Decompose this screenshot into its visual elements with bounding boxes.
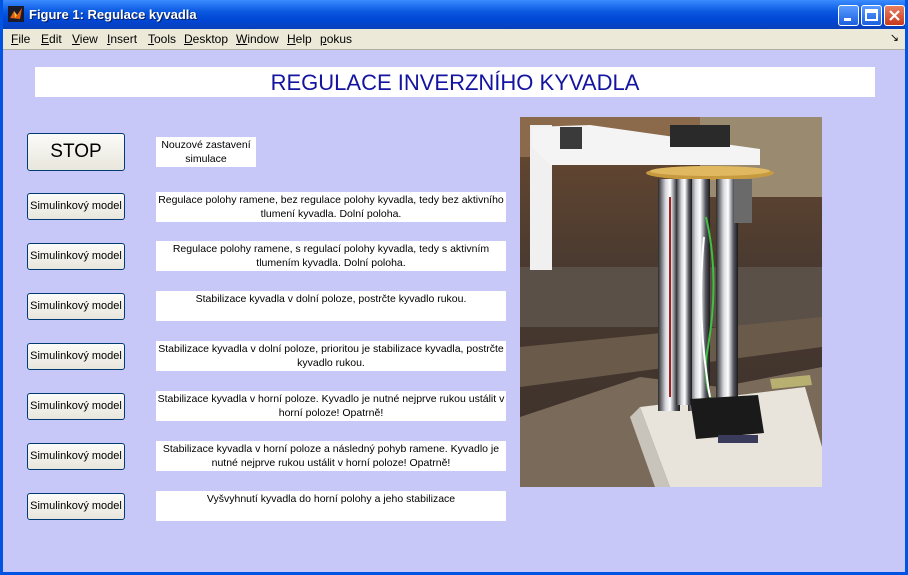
menu-bar: File Edit View Insert Tools Desktop Wind… (3, 29, 905, 50)
figure-content: REGULACE INVERZNÍHO KYVADLA STOP Nouzové… (3, 50, 905, 572)
model-description-2: Regulace polohy ramene, s regulací poloh… (156, 241, 506, 271)
simulink-model-button-1[interactable]: Simulinkový model (27, 193, 125, 220)
maximize-button[interactable] (861, 5, 882, 26)
simulink-model-button-4[interactable]: Simulinkový model (27, 343, 125, 370)
menu-help[interactable]: Help (287, 32, 312, 46)
menu-insert[interactable]: Insert (107, 32, 137, 46)
page-title: REGULACE INVERZNÍHO KYVADLA (270, 70, 640, 95)
simulink-model-button-6[interactable]: Simulinkový model (27, 443, 125, 470)
model-description-6: Stabilizace kyvadla v horní poloze a nás… (156, 441, 506, 471)
minimize-icon (844, 18, 851, 21)
window-title: Figure 1: Regulace kyvadla (29, 7, 197, 22)
simulink-model-button-2[interactable]: Simulinkový model (27, 243, 125, 270)
title-bar[interactable]: Figure 1: Regulace kyvadla (3, 0, 905, 29)
simulink-model-button-5[interactable]: Simulinkový model (27, 393, 125, 420)
model-description-4: Stabilizace kyvadla v dolní poloze, prio… (156, 341, 506, 371)
menu-window[interactable]: Window (236, 32, 279, 46)
menu-desktop[interactable]: Desktop (184, 32, 228, 46)
dock-arrow-icon[interactable]: ↘ (890, 31, 899, 44)
model-description-5: Stabilizace kyvadla v horní poloze. Kyva… (156, 391, 506, 421)
model-description-1: Regulace polohy ramene, bez regulace pol… (156, 192, 506, 222)
pendulum-photo (520, 117, 822, 487)
menu-edit[interactable]: Edit (41, 32, 62, 46)
model-description-7: Vyšvyhnutí kyvadla do horní polohy a jeh… (156, 491, 506, 521)
header-panel: REGULACE INVERZNÍHO KYVADLA (35, 67, 875, 97)
stop-button[interactable]: STOP (27, 133, 125, 171)
close-icon (889, 10, 900, 21)
matlab-logo-icon (8, 6, 24, 22)
model-description-3: Stabilizace kyvadla v dolní poloze, post… (156, 291, 506, 321)
menu-view[interactable]: View (72, 32, 98, 46)
menu-file[interactable]: File (11, 32, 30, 46)
simulink-model-button-3[interactable]: Simulinkový model (27, 293, 125, 320)
menu-pokus[interactable]: pokus (320, 32, 352, 46)
stop-description: Nouzové zastavení simulace (156, 137, 256, 167)
maximize-icon (865, 9, 878, 21)
close-button[interactable] (884, 5, 905, 26)
minimize-button[interactable] (838, 5, 859, 26)
figure-window: Figure 1: Regulace kyvadla File Edit Vie… (0, 0, 908, 575)
menu-tools[interactable]: Tools (148, 32, 176, 46)
simulink-model-button-7[interactable]: Simulinkový model (27, 493, 125, 520)
